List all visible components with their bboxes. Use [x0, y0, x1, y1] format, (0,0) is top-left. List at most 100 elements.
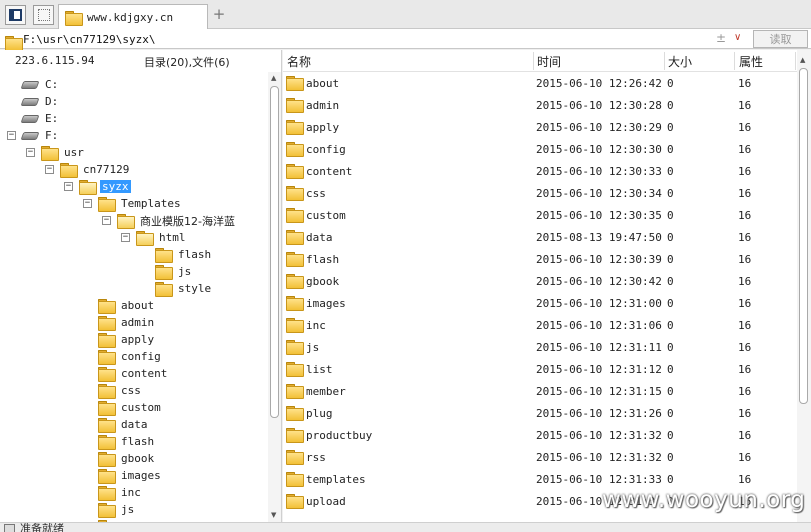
- column-divider[interactable]: [533, 52, 534, 70]
- file-name: admin: [306, 99, 340, 112]
- tree-node-F:[interactable]: F:: [20, 127, 60, 144]
- history-toggle-icon[interactable]: ±: [716, 31, 726, 45]
- tree-node-label: about: [121, 299, 155, 312]
- column-divider[interactable]: [664, 52, 665, 70]
- tree-node-flash[interactable]: flash: [155, 246, 213, 263]
- folder-icon: [286, 450, 304, 465]
- table-row[interactable]: admin 2015-06-10 12:30:28 0 16: [283, 94, 797, 116]
- column-divider[interactable]: [734, 52, 735, 70]
- chevron-down-icon[interactable]: ∨: [734, 32, 741, 43]
- table-row[interactable]: config 2015-06-10 12:30:30 0 16: [283, 138, 797, 160]
- table-row[interactable]: inc 2015-06-10 12:31:06 0 16: [283, 314, 797, 336]
- tree-scrollbar[interactable]: ▲ ▼: [268, 72, 281, 522]
- column-header-attr[interactable]: 属性: [739, 53, 763, 70]
- file-list-scroll-thumb[interactable]: [799, 68, 808, 404]
- tree-node-style[interactable]: style: [155, 280, 213, 297]
- tree-node-admin[interactable]: admin: [98, 314, 156, 331]
- table-row[interactable]: rss 2015-06-10 12:31:32 0 16: [283, 446, 797, 468]
- column-divider[interactable]: [795, 52, 796, 70]
- tree-node-C:[interactable]: C:: [20, 76, 60, 93]
- tree-node-label: images: [121, 469, 161, 482]
- table-row[interactable]: js 2015-06-10 12:31:11 0 16: [283, 336, 797, 358]
- drive-icon: [20, 131, 40, 140]
- file-list: about 2015-06-10 12:26:42 0 16 admin 2015-06-…: [283, 72, 797, 522]
- tree-node-inc[interactable]: inc: [98, 484, 143, 501]
- tree-expand-toggle[interactable]: −: [83, 199, 92, 208]
- table-row[interactable]: apply 2015-06-10 12:30:29 0 16: [283, 116, 797, 138]
- tree-node-custom[interactable]: custom: [98, 399, 163, 416]
- file-time: 2015-06-10 12:30:34: [536, 187, 662, 200]
- tree-node-flash[interactable]: flash: [98, 433, 156, 450]
- tree-node-cn77129[interactable]: cn77129: [60, 161, 131, 178]
- tree-expand-toggle[interactable]: −: [102, 216, 111, 225]
- tree-node-usr[interactable]: usr: [41, 144, 86, 161]
- tree-node-data[interactable]: data: [98, 416, 150, 433]
- file-size: 0: [667, 209, 674, 222]
- tree-node-js[interactable]: js: [155, 263, 193, 280]
- file-time: 2015-06-10 12:31:26: [536, 407, 662, 420]
- table-row[interactable]: flash 2015-06-10 12:30:39 0 16: [283, 248, 797, 270]
- tree-expand-toggle[interactable]: −: [45, 165, 54, 174]
- table-row[interactable]: list 2015-06-10 12:31:12 0 16: [283, 358, 797, 380]
- tree-node-商业模版12-海洋蓝[interactable]: 商业模版12-海洋蓝: [117, 212, 237, 229]
- folder-icon: [286, 76, 304, 91]
- tree-expand-toggle[interactable]: −: [26, 148, 35, 157]
- tree-expand-toggle[interactable]: −: [64, 182, 73, 191]
- scroll-down-icon[interactable]: ▼: [271, 511, 276, 519]
- tree-scroll-thumb[interactable]: [270, 86, 279, 418]
- column-header-name[interactable]: 名称: [287, 53, 311, 70]
- file-name: content: [306, 165, 353, 178]
- tree-node-syzx[interactable]: syzx: [79, 178, 131, 195]
- table-row[interactable]: css 2015-06-10 12:30:34 0 16: [283, 182, 797, 204]
- tree-node-css[interactable]: css: [98, 382, 143, 399]
- file-time: 2015-06-10 12:31:00: [536, 297, 662, 310]
- tree-node-about[interactable]: about: [98, 297, 156, 314]
- table-row[interactable]: plug 2015-06-10 12:31:26 0 16: [283, 402, 797, 424]
- tab-title: www.kdjgxy.cn: [87, 10, 174, 24]
- grid-view-button[interactable]: [33, 5, 54, 25]
- table-row[interactable]: productbuy 2015-06-10 12:31:32 0 16: [283, 424, 797, 446]
- tree-node-js[interactable]: js: [98, 501, 136, 518]
- tree-node-E:[interactable]: E:: [20, 110, 60, 127]
- tree-node-label: 商业模版12-海洋蓝: [140, 214, 235, 228]
- file-size: 0: [667, 319, 674, 332]
- tree-node-Templates[interactable]: Templates: [98, 195, 183, 212]
- read-button[interactable]: 读取: [753, 30, 808, 48]
- table-row[interactable]: data 2015-08-13 19:47:50 0 16: [283, 226, 797, 248]
- file-name: productbuy: [306, 429, 373, 442]
- folder-icon: [65, 10, 83, 26]
- table-row[interactable]: about 2015-06-10 12:26:42 0 16: [283, 72, 797, 94]
- tree-expand-toggle[interactable]: −: [121, 233, 130, 242]
- column-header-time[interactable]: 时间: [537, 53, 561, 70]
- tree-node-D:[interactable]: D:: [20, 93, 60, 110]
- file-list-scrollbar[interactable]: ▲: [797, 50, 811, 522]
- table-row[interactable]: custom 2015-06-10 12:30:35 0 16: [283, 204, 797, 226]
- path-input[interactable]: [23, 31, 713, 47]
- tree-node-label: config: [121, 350, 161, 363]
- tree-node-apply[interactable]: apply: [98, 331, 156, 348]
- column-header-size[interactable]: 大小: [668, 53, 692, 70]
- file-attr: 16: [738, 99, 752, 112]
- tree-node-label: E:: [45, 112, 59, 125]
- folder-icon: [286, 406, 304, 421]
- table-row[interactable]: content 2015-06-10 12:30:33 0 16: [283, 160, 797, 182]
- drive-icon: [20, 80, 40, 89]
- file-size: 0: [667, 451, 674, 464]
- tree-expand-toggle[interactable]: −: [7, 131, 16, 140]
- new-tab-button[interactable]: +: [212, 6, 226, 22]
- scroll-up-icon[interactable]: ▲: [271, 74, 276, 82]
- file-name: member: [306, 385, 346, 398]
- scroll-up-icon[interactable]: ▲: [800, 56, 805, 64]
- tab-active[interactable]: www.kdjgxy.cn: [58, 4, 208, 29]
- table-row[interactable]: gbook 2015-06-10 12:30:42 0 16: [283, 270, 797, 292]
- tree-node-gbook[interactable]: gbook: [98, 450, 156, 467]
- file-name: flash: [306, 253, 340, 266]
- table-row[interactable]: member 2015-06-10 12:31:15 0 16: [283, 380, 797, 402]
- window-toggle-button[interactable]: [5, 5, 26, 25]
- tree-node-images[interactable]: images: [98, 467, 163, 484]
- tree-node-config[interactable]: config: [98, 348, 163, 365]
- tree-node-content[interactable]: content: [98, 365, 169, 382]
- tree-node-html[interactable]: html: [136, 229, 188, 246]
- table-row[interactable]: images 2015-06-10 12:31:00 0 16: [283, 292, 797, 314]
- window-icon: [9, 9, 22, 21]
